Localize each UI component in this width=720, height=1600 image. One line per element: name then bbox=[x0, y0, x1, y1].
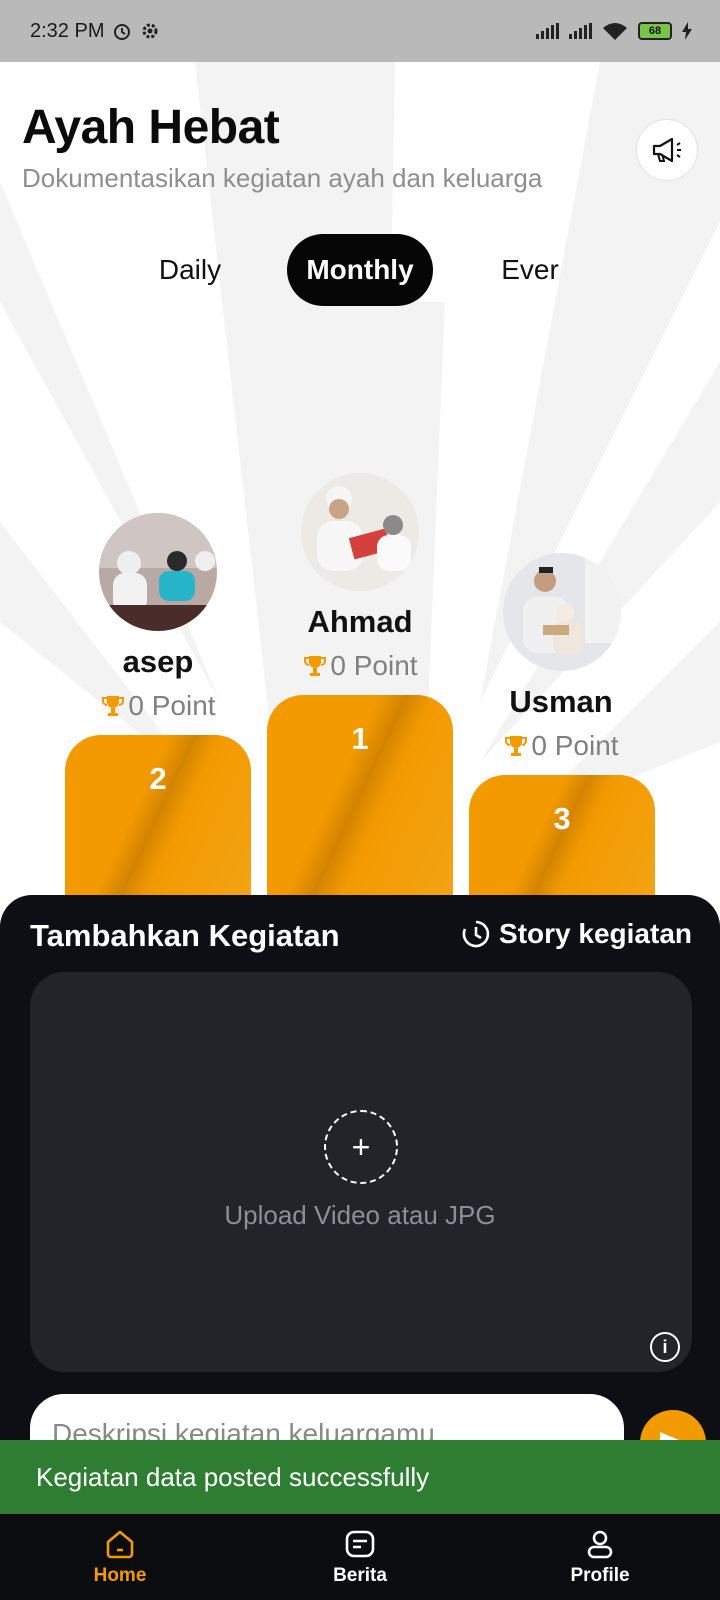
success-toast: Kegiatan data posted successfully bbox=[0, 1440, 720, 1514]
upload-label: Upload Video atau JPG bbox=[224, 1200, 496, 1230]
page-title: Ayah Hebat bbox=[22, 101, 280, 154]
activity-title: Tambahkan Kegiatan bbox=[30, 918, 340, 953]
avatar-photo bbox=[503, 553, 621, 671]
leader-name-2: asep bbox=[122, 644, 194, 679]
news-icon bbox=[345, 1530, 375, 1558]
podium-rank-label: 3 bbox=[553, 801, 571, 836]
podium-rank-label: 1 bbox=[351, 721, 369, 756]
header: Ayah Hebat Dokumentasikan kegiatan ayah … bbox=[22, 100, 542, 194]
leader-points-3: 0 Point bbox=[461, 730, 661, 762]
nav-home[interactable]: Home bbox=[0, 1514, 240, 1600]
charging-icon bbox=[682, 22, 692, 40]
settings-icon bbox=[142, 23, 158, 39]
points-text: 0 Point bbox=[128, 690, 216, 721]
avatar-asep[interactable] bbox=[99, 513, 217, 631]
podium-rank-1: 1 bbox=[267, 695, 453, 895]
info-icon[interactable]: i bbox=[650, 1332, 680, 1362]
avatar-ahmad[interactable] bbox=[301, 473, 419, 591]
trophy-icon bbox=[102, 696, 125, 716]
tab-monthly[interactable]: Monthly bbox=[287, 234, 433, 306]
story-kegiatan-link[interactable]: Story kegiatan bbox=[461, 918, 692, 950]
tab-daily[interactable]: Daily bbox=[130, 234, 250, 306]
trophy-icon bbox=[505, 736, 528, 756]
points-text: 0 Point bbox=[531, 730, 619, 761]
wifi-icon bbox=[603, 23, 627, 40]
nav-profile-label: Profile bbox=[570, 1565, 630, 1586]
leader-name-1: Ahmad bbox=[307, 604, 413, 639]
plus-icon: + bbox=[351, 1128, 371, 1165]
tab-ever[interactable]: Ever bbox=[470, 234, 590, 306]
avatar-photo bbox=[99, 513, 217, 631]
podium-rank-3: 3 bbox=[469, 775, 655, 895]
leader-points-2: 0 Point bbox=[58, 690, 258, 722]
profile-icon bbox=[587, 1530, 613, 1559]
trophy-icon bbox=[304, 656, 327, 676]
story-link-label: Story kegiatan bbox=[499, 918, 692, 949]
avatar-usman[interactable] bbox=[503, 553, 621, 671]
avatar-photo bbox=[301, 473, 419, 591]
page-subtitle: Dokumentasikan kegiatan ayah dan keluarg… bbox=[22, 163, 543, 193]
signal-icon bbox=[536, 23, 559, 39]
history-icon bbox=[462, 920, 490, 948]
podium-rank-2: 2 bbox=[65, 735, 251, 895]
announcement-button[interactable] bbox=[636, 119, 698, 181]
signal-icon-2 bbox=[569, 23, 592, 39]
alarm-icon bbox=[114, 24, 131, 40]
add-media-button[interactable]: + bbox=[324, 1110, 398, 1184]
leader-points-1: 0 Point bbox=[260, 650, 460, 682]
battery-icon: 68 bbox=[638, 22, 672, 40]
status-time: 2:32 PM bbox=[30, 19, 105, 42]
nav-berita[interactable]: Berita bbox=[240, 1514, 480, 1600]
bottom-nav: Home Berita Profile bbox=[0, 1514, 720, 1600]
points-text: 0 Point bbox=[330, 650, 418, 681]
nav-home-label: Home bbox=[93, 1565, 147, 1586]
podium-rank-label: 2 bbox=[149, 761, 167, 796]
leader-name-3: Usman bbox=[509, 684, 613, 719]
megaphone-icon bbox=[652, 137, 681, 163]
nav-berita-label: Berita bbox=[333, 1565, 387, 1586]
nav-profile[interactable]: Profile bbox=[480, 1514, 720, 1600]
home-icon bbox=[106, 1530, 134, 1559]
status-bar: 2:32 PM 68 bbox=[0, 0, 720, 62]
